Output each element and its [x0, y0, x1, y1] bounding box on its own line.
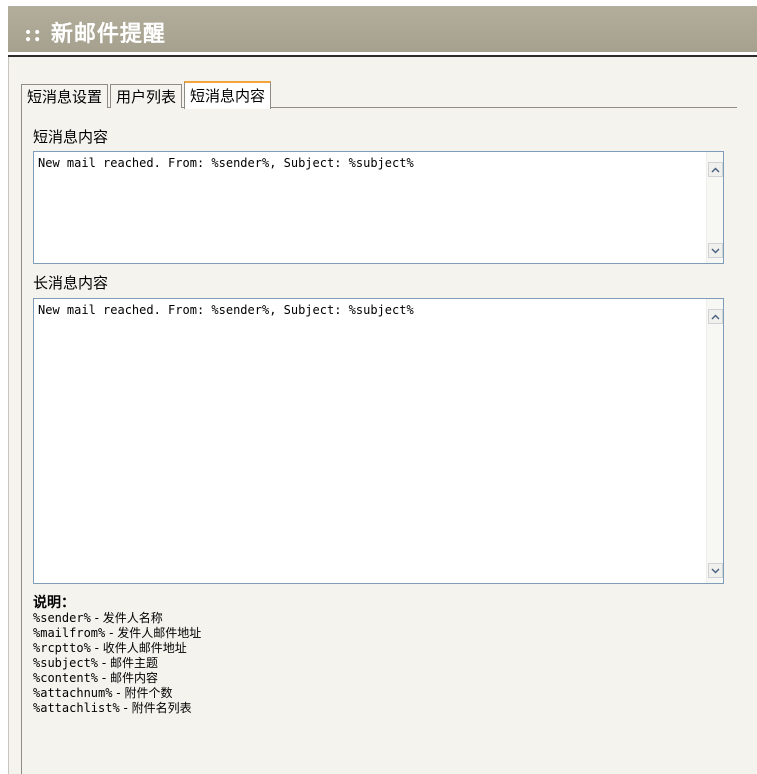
long-message-text: New mail reached. From: %sender%, Subjec… — [38, 303, 414, 317]
placeholder-desc: - 收件人邮件地址 — [90, 641, 187, 655]
chevron-down-icon[interactable] — [708, 243, 723, 258]
page-title: :: 新邮件提醒 — [24, 21, 166, 47]
placeholder-code: %attachlist% — [33, 701, 120, 715]
placeholder-desc: - 邮件内容 — [98, 671, 158, 685]
placeholder-code: %sender% — [33, 611, 91, 625]
window-header: :: 新邮件提醒 — [8, 6, 757, 52]
help-section: 说明： %sender% - 发件人名称 %mailfrom% - 发件人邮件地… — [33, 596, 201, 716]
placeholder-code: %attachnum% — [33, 686, 113, 700]
placeholder-code: %content% — [33, 671, 99, 685]
placeholder-desc: - 附件个数 — [112, 686, 173, 700]
help-line: %attachlist% - 附件名列表 — [33, 701, 201, 716]
tab-bar: 短消息设置 用户列表 短消息内容 — [21, 80, 273, 109]
long-message-scrollbar[interactable] — [706, 299, 723, 583]
help-line: %subject% - 邮件主题 — [33, 656, 201, 671]
chevron-up-icon[interactable] — [708, 309, 723, 324]
short-message-textarea[interactable]: New mail reached. From: %sender%, Subjec… — [33, 151, 724, 264]
placeholder-code: %subject% — [33, 656, 99, 670]
tab-user-list[interactable]: 用户列表 — [110, 84, 183, 108]
short-message-label: 短消息内容 — [33, 128, 109, 146]
tab-short-message-settings[interactable]: 短消息设置 — [21, 84, 109, 108]
short-message-scrollbar[interactable] — [706, 152, 723, 263]
help-line: %mailfrom% - 发件人邮件地址 — [33, 626, 201, 641]
help-line: %content% - 邮件内容 — [33, 671, 201, 686]
placeholder-code: %rcptto% — [33, 641, 91, 655]
help-title: 说明： — [33, 595, 75, 611]
help-line: %sender% - 发件人名称 — [33, 611, 201, 626]
placeholder-desc: - 发件人邮件地址 — [105, 626, 202, 640]
chevron-up-icon[interactable] — [708, 162, 723, 177]
help-line: %rcptto% - 收件人邮件地址 — [33, 641, 201, 656]
long-message-label: 长消息内容 — [33, 274, 109, 292]
placeholder-code: %mailfrom% — [33, 626, 106, 640]
short-message-text: New mail reached. From: %sender%, Subjec… — [38, 156, 414, 170]
placeholder-desc: - 发件人名称 — [90, 611, 163, 625]
long-message-textarea[interactable]: New mail reached. From: %sender%, Subjec… — [33, 298, 724, 584]
tab-short-message-content[interactable]: 短消息内容 — [184, 81, 272, 109]
chevron-down-icon[interactable] — [708, 563, 723, 578]
placeholder-desc: - 邮件主题 — [98, 656, 158, 670]
help-line: %attachnum% - 附件个数 — [33, 686, 201, 701]
placeholder-desc: - 附件名列表 — [119, 701, 192, 715]
